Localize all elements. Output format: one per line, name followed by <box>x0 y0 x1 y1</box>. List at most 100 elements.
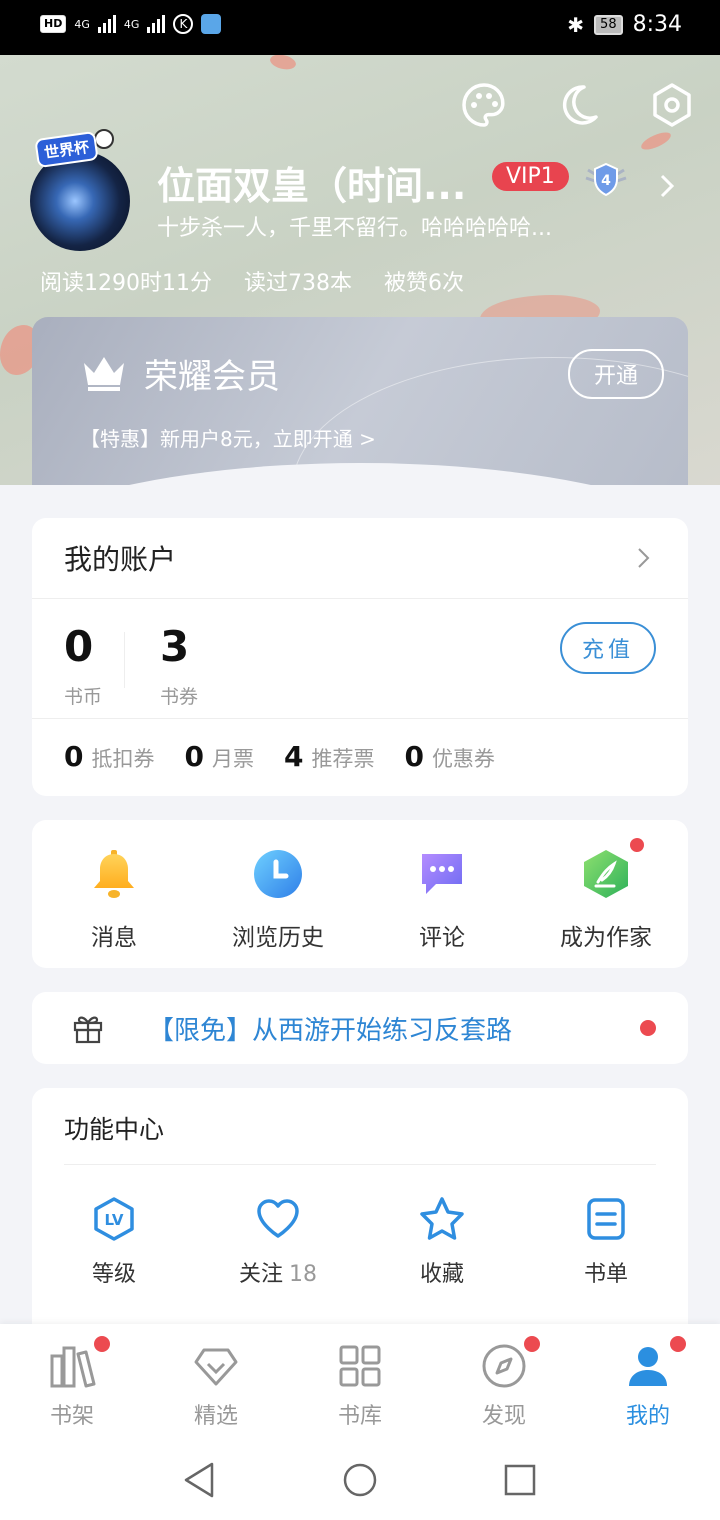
vip-badge[interactable]: VIP1 <box>492 162 569 191</box>
chevron-right-icon[interactable] <box>656 173 678 199</box>
ticket-deduction[interactable]: 0 抵扣券 <box>64 740 154 773</box>
palette-icon[interactable] <box>460 81 508 129</box>
notification-dot <box>630 838 644 852</box>
chevron-right-icon[interactable] <box>636 546 652 570</box>
quick-messages[interactable]: 消息 <box>32 848 196 952</box>
pen-icon <box>580 838 644 900</box>
diamond-icon <box>192 1342 240 1390</box>
recents-nav-icon[interactable] <box>500 1460 540 1500</box>
tab-label: 书架 <box>49 1404 94 1429</box>
notification-dot <box>640 1020 656 1036</box>
quick-comments[interactable]: 评论 <box>360 848 524 952</box>
football-icon <box>94 129 114 149</box>
gift-icon <box>72 1012 104 1044</box>
status-bar: HD 4G 4G K ✱ 58 8:34 <box>0 0 720 55</box>
ticket-recommend[interactable]: 4 推荐票 <box>284 740 374 773</box>
promo-text: 【限免】从西游开始练习反套路 <box>148 1016 513 1046</box>
home-nav-icon[interactable] <box>340 1460 380 1500</box>
level-icon: LV <box>91 1196 137 1242</box>
comment-icon <box>416 848 468 900</box>
tab-library[interactable]: 书库 <box>288 1342 432 1430</box>
username[interactable]: 位面双皇（时间... <box>157 155 466 210</box>
feature-center-card: 功能中心 LV 等级 关注 18 收藏 书单 <box>32 1088 688 1348</box>
feature-level[interactable]: LV 等级 <box>32 1196 196 1288</box>
tab-discover[interactable]: 发现 <box>432 1336 576 1430</box>
network-type-1: 4G <box>74 17 90 31</box>
quick-become-author[interactable]: 成为作家 <box>524 838 688 952</box>
network-type-2: 4G <box>123 17 140 31</box>
tab-label: 我的 <box>625 1404 670 1429</box>
quick-label: 评论 <box>419 925 465 951</box>
ticket-row: 0 抵扣券 0 月票 4 推荐票 0 优惠券 <box>64 740 495 773</box>
k-app-icon: K <box>173 14 194 34</box>
tab-label: 精选 <box>193 1404 238 1429</box>
quick-history[interactable]: 浏览历史 <box>196 848 360 952</box>
settings-hexagon-icon[interactable] <box>648 81 696 129</box>
ticket-monthly[interactable]: 0 月票 <box>184 740 253 773</box>
signal-icon <box>97 15 116 33</box>
level-shield-badge[interactable]: 4 <box>582 160 630 200</box>
feature-label: 收藏 <box>419 1262 464 1287</box>
free-promo-banner[interactable]: 【限免】从西游开始练习反套路 <box>32 992 688 1064</box>
coin-balance[interactable]: 0 <box>64 622 93 671</box>
account-title[interactable]: 我的账户 <box>64 538 176 578</box>
tab-featured[interactable]: 精选 <box>144 1342 288 1430</box>
stat-books-read: 读过738本 <box>243 271 352 296</box>
compass-icon <box>480 1336 540 1390</box>
bluetooth-icon: ✱ <box>567 12 585 37</box>
voucher-balance[interactable]: 3 <box>160 622 189 671</box>
vip-open-button[interactable]: 开通 <box>567 349 664 399</box>
coin-label: 书币 <box>64 686 103 708</box>
stat-likes: 被赞6次 <box>383 271 464 296</box>
clock-icon <box>252 848 304 900</box>
back-nav-icon[interactable] <box>180 1460 220 1500</box>
quick-label: 浏览历史 <box>232 925 324 951</box>
star-icon <box>419 1196 465 1242</box>
notification-dot <box>94 1336 110 1352</box>
feature-label: 等级 <box>91 1262 136 1287</box>
feature-booklist[interactable]: 书单 <box>524 1196 688 1288</box>
feature-following[interactable]: 关注 18 <box>196 1196 360 1288</box>
level-number: 4 <box>601 173 611 189</box>
bottom-tab-bar: 书架 精选 书库 发现 我的 <box>0 1324 720 1440</box>
following-count: 18 <box>289 1262 317 1287</box>
grid-icon <box>336 1342 384 1390</box>
tab-label: 发现 <box>481 1404 526 1429</box>
bell-icon <box>88 848 140 900</box>
booklist-icon <box>583 1196 629 1242</box>
tab-label: 书库 <box>337 1404 382 1429</box>
reading-stats: 阅读1290时11分 读过738本 被赞6次 <box>40 265 464 297</box>
crown-icon <box>80 353 128 393</box>
vip-promo-link[interactable]: 【特惠】新用户8元，立即开通 > <box>80 423 376 452</box>
vip-membership-card[interactable]: 荣耀会员 开通 【特惠】新用户8元，立即开通 > <box>32 317 688 485</box>
svg-text:LV: LV <box>104 1211 123 1229</box>
battery-indicator: 58 <box>594 14 623 35</box>
profile-header: 世界杯 位面双皇（时间... VIP1 4 十步杀一人，千里不留行。哈哈哈哈哈.… <box>0 55 720 485</box>
quick-label: 成为作家 <box>560 925 652 951</box>
heart-icon <box>255 1196 301 1242</box>
vip-card-title: 荣耀会员 <box>144 357 280 397</box>
voucher-label: 书券 <box>160 686 199 708</box>
stat-read-time: 阅读1290时11分 <box>40 271 212 296</box>
tab-bookshelf[interactable]: 书架 <box>0 1336 144 1430</box>
app-notification-icon <box>201 14 222 34</box>
avatar[interactable]: 世界杯 <box>30 129 134 251</box>
feature-label: 关注 <box>238 1262 283 1287</box>
system-nav-bar <box>0 1440 720 1520</box>
hd-indicator: HD <box>40 15 67 33</box>
quick-actions-card: 消息 浏览历史 评论 成为作家 <box>32 820 688 968</box>
moon-icon[interactable] <box>554 81 602 129</box>
notification-dot <box>524 1336 540 1352</box>
notification-dot <box>670 1336 686 1352</box>
user-motto: 十步杀一人，千里不留行。哈哈哈哈哈... <box>157 216 552 241</box>
tab-mine[interactable]: 我的 <box>576 1336 720 1430</box>
account-card: 我的账户 0 书币 3 书券 充值 0 抵扣券 0 月票 4 推荐票 0 优惠券 <box>32 518 688 796</box>
feature-center-title: 功能中心 <box>64 1115 165 1144</box>
bookshelf-icon <box>48 1336 110 1390</box>
person-icon <box>624 1336 686 1390</box>
ticket-coupon[interactable]: 0 优惠券 <box>404 740 494 773</box>
feature-favorites[interactable]: 收藏 <box>360 1196 524 1288</box>
feature-label: 书单 <box>583 1262 628 1287</box>
recharge-button[interactable]: 充值 <box>559 622 656 674</box>
quick-label: 消息 <box>91 925 137 951</box>
